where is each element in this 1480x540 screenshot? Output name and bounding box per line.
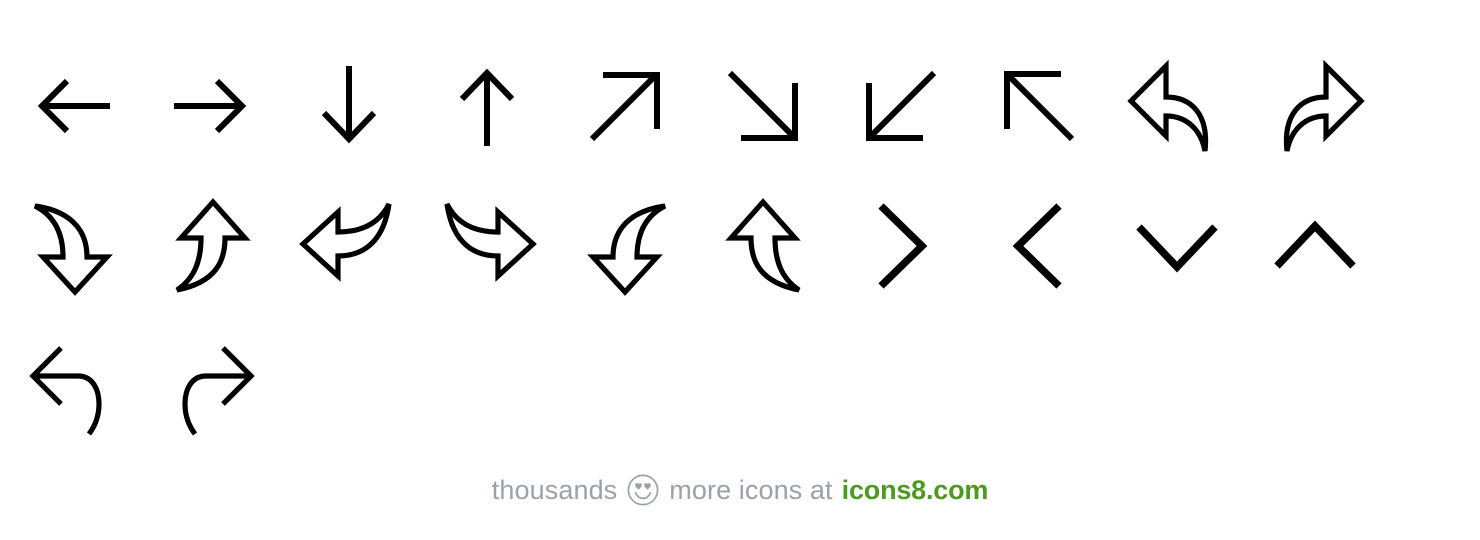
footer-promo: thousands more icons at icons8.com (0, 462, 1480, 518)
empty-cell (832, 316, 970, 456)
footer-brand-link[interactable]: icons8.com (842, 475, 989, 506)
curved-arrow-left-icon[interactable] (280, 176, 418, 316)
chevron-down-icon[interactable] (1108, 176, 1246, 316)
footer-middle-text: more icons at (669, 474, 833, 505)
curved-arrow-right-icon[interactable] (418, 176, 556, 316)
chevron-up-icon[interactable] (1246, 176, 1384, 316)
arrow-up-left-icon[interactable] (970, 36, 1108, 176)
empty-cell (694, 316, 832, 456)
empty-cell (280, 316, 418, 456)
curved-arrow-up-icon[interactable] (142, 176, 280, 316)
icon-sheet: thousands more icons at icons8.com (0, 0, 1480, 540)
chevron-left-icon[interactable] (970, 176, 1108, 316)
footer-prefix-text: thousands (491, 474, 618, 505)
arrow-down-icon[interactable] (280, 36, 418, 176)
arrow-down-right-icon[interactable] (694, 36, 832, 176)
chevron-right-icon[interactable] (832, 176, 970, 316)
empty-cell (970, 316, 1108, 456)
icon-grid (0, 36, 1480, 456)
arrow-up-right-icon[interactable] (556, 36, 694, 176)
arrow-right-icon[interactable] (142, 36, 280, 176)
icon-row (0, 36, 1480, 176)
empty-cell (1246, 316, 1384, 456)
arrow-down-left-icon[interactable] (832, 36, 970, 176)
redo-arrow-icon[interactable] (1246, 36, 1384, 176)
return-arrow-right-icon[interactable] (142, 316, 280, 456)
curved-arrow-up-right-icon[interactable] (694, 176, 832, 316)
icon-row (0, 316, 1480, 456)
empty-cell (418, 316, 556, 456)
icon-row (0, 176, 1480, 316)
smiley-heart-eyes-icon (626, 473, 660, 507)
return-arrow-left-icon[interactable] (4, 316, 142, 456)
curved-arrow-down-icon[interactable] (4, 176, 142, 316)
arrow-up-icon[interactable] (418, 36, 556, 176)
curved-arrow-down-left-icon[interactable] (556, 176, 694, 316)
empty-cell (1108, 316, 1246, 456)
empty-cell (556, 316, 694, 456)
undo-arrow-icon[interactable] (1108, 36, 1246, 176)
arrow-left-icon[interactable] (4, 36, 142, 176)
